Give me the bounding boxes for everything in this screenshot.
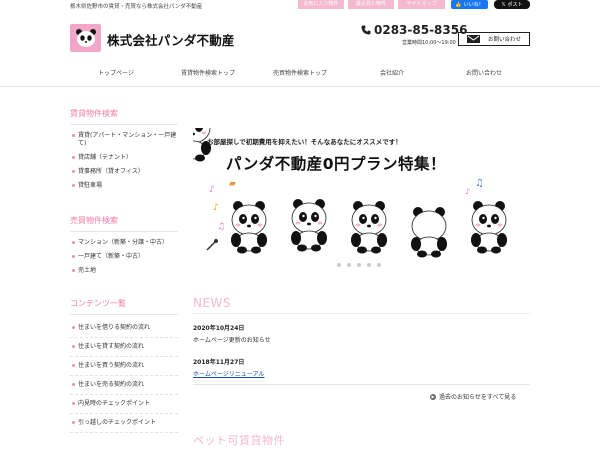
nav-top-page[interactable]: トップページ xyxy=(70,67,162,81)
global-nav: トップページ 賃貸物件検索トップ 売買物件検索トップ 会社紹介 お問い合わせ xyxy=(70,67,530,81)
sidebar-item-lease-flow[interactable]: 住まいを貸す契約の流れ xyxy=(70,338,178,357)
pet-friendly-heading: ペット可賃貸物件 xyxy=(193,434,285,447)
panda-logo[interactable] xyxy=(70,24,101,52)
svg-text:♪: ♪ xyxy=(465,187,470,196)
sale-search-list: マンション（新築・分譲・中古） 一戸建て（新築・中古） 売土地 xyxy=(70,236,178,278)
news-title-link[interactable]: ホームページリニューアル xyxy=(193,369,530,378)
sidebar-item-viewing-checkpoints[interactable]: 内見時のチェックポイント xyxy=(70,395,178,414)
sidebar-item-rental-office[interactable]: 貸事務所（貸オフィス） xyxy=(70,165,178,179)
site-tagline: 栃木県佐野市の賃貸・売買なら株式会社パンダ不動産 xyxy=(70,4,203,10)
sidebar-item-buy-flow[interactable]: 住まいを買う契約の流れ xyxy=(70,357,178,376)
slider-pagination xyxy=(337,263,381,267)
arrow-right-icon: ▶ xyxy=(430,393,436,400)
slider-dot[interactable] xyxy=(377,263,381,267)
panda-illustration: ♪ ♪ ♫ ▰ ♫ ♪ xyxy=(193,128,530,262)
x-logo-icon: 𝕏 xyxy=(501,1,506,8)
svg-text:♫: ♫ xyxy=(217,222,225,232)
banner-heading: パンダ不動産0円プラン特集！ xyxy=(226,155,447,173)
favorites-link[interactable]: お気に入り物件 xyxy=(298,0,344,9)
sitemap-link[interactable]: サイトマップ xyxy=(398,0,445,9)
news-item: 2020年10月24日 ホームページ更新のお知らせ xyxy=(193,323,530,344)
nav-sale-search[interactable]: 売買物件検索トップ xyxy=(254,67,346,81)
slider-dot[interactable] xyxy=(367,263,371,267)
facebook-like-button[interactable]: 👍 いいね！ xyxy=(451,0,488,9)
contents-heading: コンテンツ一覧 xyxy=(70,298,178,315)
nav-divider xyxy=(0,86,600,87)
sidebar-item-sale-condo[interactable]: マンション（新築・分譲・中古） xyxy=(70,236,178,250)
svg-text:♪: ♪ xyxy=(209,185,215,195)
sidebar: 賃貸物件検索 賃貸(アパート・マンション・一戸建て) 貸店舗（テナント） 貸事務… xyxy=(70,108,178,433)
slider-dot[interactable] xyxy=(337,263,341,267)
sidebar-item-rental-store[interactable]: 貸店舗（テナント） xyxy=(70,151,178,165)
sidebar-item-rental-residence[interactable]: 賃貸(アパート・マンション・一戸建て) xyxy=(70,129,178,151)
svg-text:♪: ♪ xyxy=(213,203,219,213)
sidebar-item-rent-flow[interactable]: 住まいを借りる契約の流れ xyxy=(70,319,178,338)
svg-text:♫: ♫ xyxy=(475,178,484,189)
slider-dot[interactable] xyxy=(347,263,351,267)
nav-company[interactable]: 会社紹介 xyxy=(346,67,438,81)
banner-subheading: お部屋探しで初期費用を抑えたい！そんなあなたにオススメです！ xyxy=(207,138,402,146)
top-utility-links: お気に入り物件 最近見た物件 サイトマップ xyxy=(298,0,445,9)
x-post-button[interactable]: 𝕏 ポスト xyxy=(494,0,530,9)
nav-rental-search[interactable]: 賃貸物件検索トップ xyxy=(162,67,254,81)
news-divider xyxy=(193,313,530,314)
thumbs-up-icon: 👍 xyxy=(455,1,462,8)
news-title: ホームページ更新のお知らせ xyxy=(193,337,271,344)
sidebar-item-moving-checkpoints[interactable]: 引っ越しのチェックポイント xyxy=(70,414,178,433)
sale-search-heading: 売買物件検索 xyxy=(70,215,178,232)
sidebar-item-rental-parking[interactable]: 貸駐車場 xyxy=(70,179,178,193)
news-bottom-divider xyxy=(193,384,530,385)
news-date: 2020年10月24日 xyxy=(193,325,245,332)
panda-face-icon xyxy=(75,29,96,47)
hero-banner[interactable]: ♪ ♪ ♫ ▰ ♫ ♪ お部屋探しで初期費用を抑えたい！そんなあなたにオススメで… xyxy=(193,128,530,262)
svg-text:▰: ▰ xyxy=(229,179,236,189)
rental-search-heading: 賃貸物件検索 xyxy=(70,108,178,125)
news-heading: NEWS xyxy=(193,296,232,310)
news-item: 2018年11月27日 ホームページリニューアル xyxy=(193,357,530,378)
sidebar-item-sale-land[interactable]: 売土地 xyxy=(70,264,178,278)
all-news-link[interactable]: ▶ 過去のお知らせをすべて見る xyxy=(430,392,516,401)
envelope-icon xyxy=(466,35,480,43)
business-hours: 営業時間10:00～19:00 xyxy=(402,40,456,46)
phone-icon xyxy=(361,25,371,35)
contents-list: 住まいを借りる契約の流れ 住まいを貸す契約の流れ 住まいを買う契約の流れ 住まい… xyxy=(70,319,178,433)
nav-contact[interactable]: お問い合わせ xyxy=(438,67,530,81)
rental-search-list: 賃貸(アパート・マンション・一戸建て) 貸店舗（テナント） 貸事務所（貸オフィス… xyxy=(70,129,178,193)
company-name[interactable]: 株式会社パンダ不動産 xyxy=(107,30,235,49)
contact-button[interactable]: お問い合わせ xyxy=(458,32,530,46)
slider-dot[interactable] xyxy=(357,263,361,267)
phone-number[interactable]: 0283-85-8356 xyxy=(361,23,467,37)
news-date: 2018年11月27日 xyxy=(193,359,245,366)
sidebar-item-sell-flow[interactable]: 住まいを売る契約の流れ xyxy=(70,376,178,395)
recently-viewed-link[interactable]: 最近見た物件 xyxy=(348,0,394,9)
sidebar-item-sale-house[interactable]: 一戸建て（新築・中古） xyxy=(70,250,178,264)
